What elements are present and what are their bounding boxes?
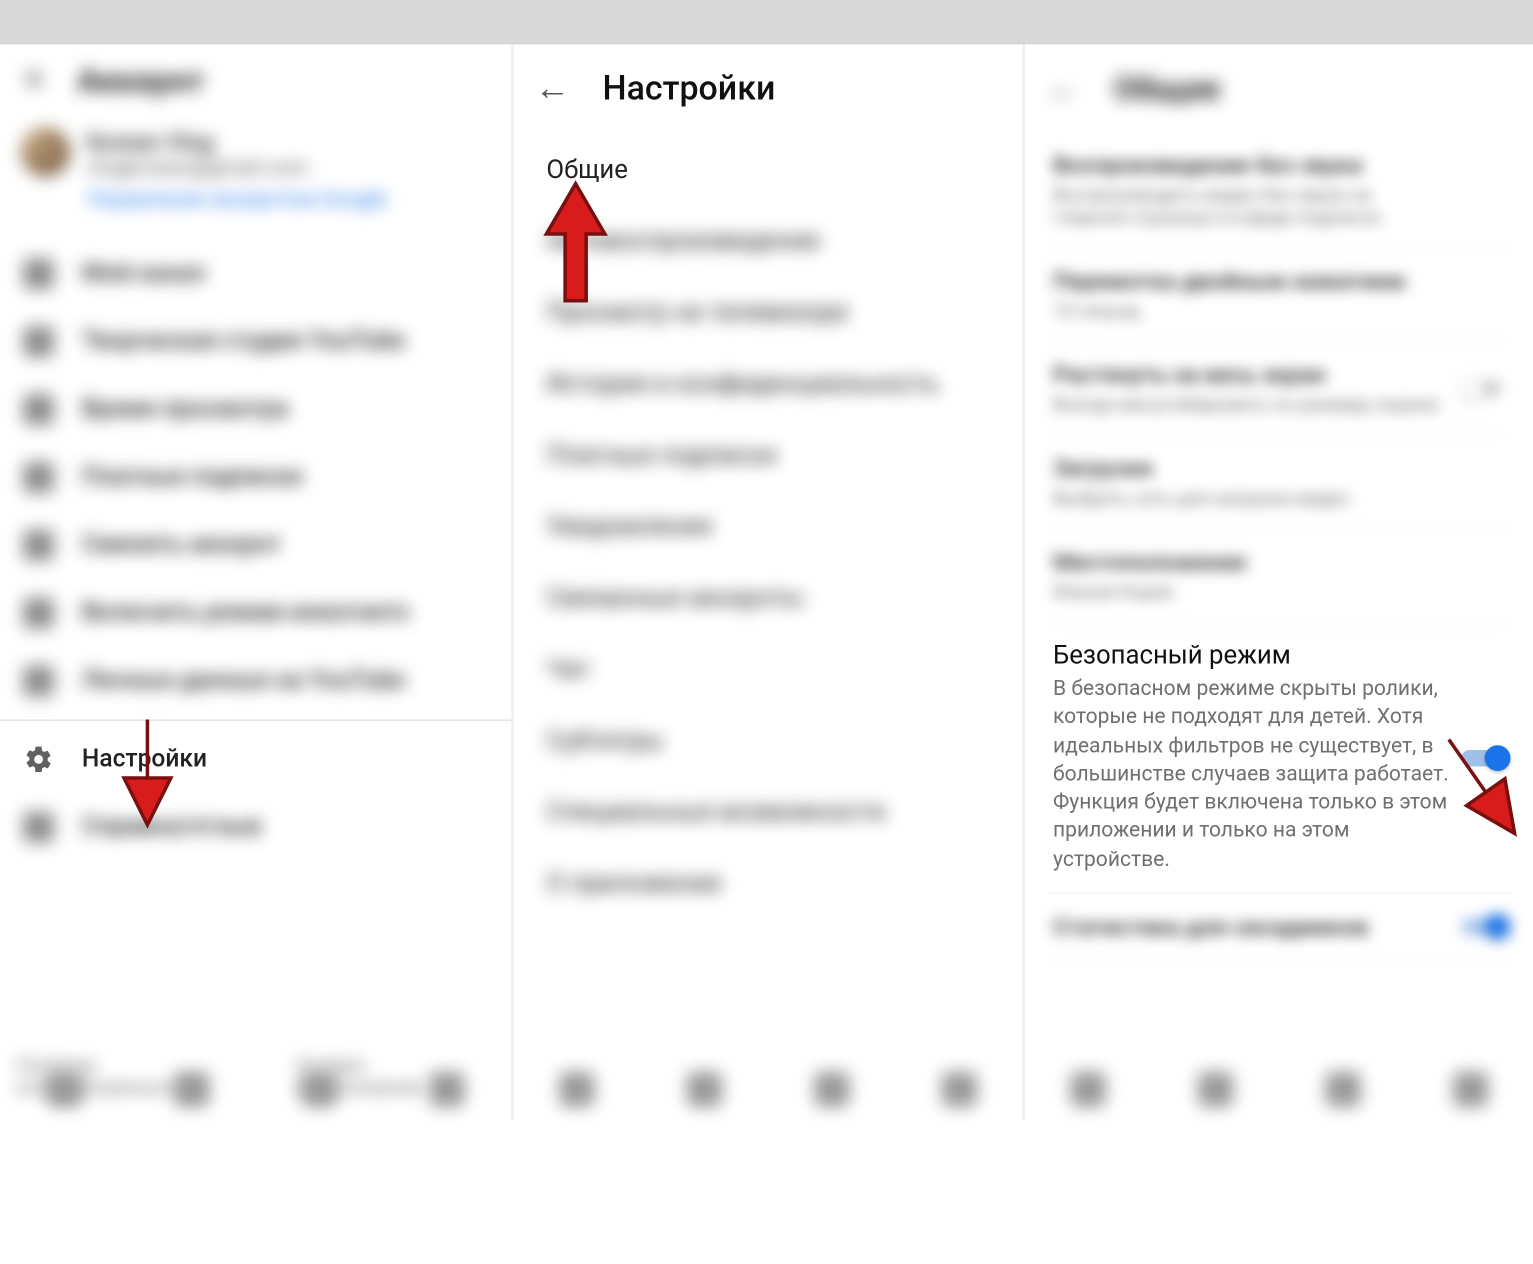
settings-item[interactable]: Субтитры bbox=[514, 706, 1023, 777]
setting-item[interactable]: Воспроизведение без звука Воспроизводить … bbox=[1046, 132, 1513, 248]
setting-sub: Выбрать сеть для загрузки видео bbox=[1053, 487, 1439, 509]
nav-icon[interactable] bbox=[430, 1072, 465, 1107]
menu-icon bbox=[23, 598, 53, 628]
nav-icon[interactable] bbox=[814, 1072, 849, 1107]
menu-item-label: Включить режим инкогнито bbox=[82, 599, 409, 627]
menu-item-help[interactable]: Справка/отзыв bbox=[0, 793, 511, 861]
menu-icon bbox=[23, 462, 53, 492]
nav-icon[interactable] bbox=[46, 1072, 81, 1107]
nav-icon[interactable] bbox=[1325, 1072, 1360, 1107]
settings-item[interactable]: Чат bbox=[514, 634, 1023, 705]
safe-mode-title: Безопасный режим bbox=[1053, 641, 1506, 670]
panel-account: ✕ Аккаунт Korean Vlog vlogkorean@gmail.c… bbox=[0, 44, 511, 1120]
user-email: vlogkorean@gmail.com bbox=[87, 156, 387, 181]
menu-item-label: Личные данные на YouTube bbox=[82, 667, 405, 695]
user-name: Korean Vlog bbox=[87, 128, 387, 156]
panel-settings: ← Настройки Общие АвтовоспроизведениеПро… bbox=[511, 44, 1022, 1120]
setting-item[interactable]: Перемотка двойным нажатием 10 секунд bbox=[1046, 248, 1513, 342]
back-arrow-icon[interactable]: ← bbox=[1046, 68, 1081, 109]
nav-icon[interactable] bbox=[302, 1072, 337, 1107]
settings-item[interactable]: Связанные аккаунты bbox=[514, 563, 1023, 634]
menu-item[interactable]: Мой канал bbox=[0, 240, 511, 308]
menu-item-label: Сменить аккаунт bbox=[82, 531, 281, 559]
setting-sub: 10 секунд bbox=[1053, 300, 1439, 322]
menu-item-label: Время просмотра bbox=[82, 395, 289, 423]
manage-account-link[interactable]: Управление аккаунтом Google bbox=[87, 187, 387, 212]
account-title: Аккаунт bbox=[77, 61, 204, 100]
setting-toggle[interactable] bbox=[1461, 914, 1508, 940]
nav-icon[interactable] bbox=[1453, 1072, 1488, 1107]
safe-mode-desc: В безопасном режиме скрыты ролики, котор… bbox=[1053, 675, 1451, 874]
avatar[interactable] bbox=[21, 128, 70, 177]
settings-item[interactable]: Уведомления bbox=[514, 491, 1023, 562]
nav-icon[interactable] bbox=[174, 1072, 209, 1107]
tutorial-arrow-icon bbox=[112, 714, 182, 831]
setting-item[interactable]: Растянуть на весь экран Всегда масштабиро… bbox=[1046, 342, 1513, 436]
settings-item[interactable]: О приложении bbox=[514, 848, 1023, 919]
menu-item[interactable]: Время просмотра bbox=[0, 376, 511, 444]
setting-item[interactable]: Загрузки Выбрать сеть для загрузки видео bbox=[1046, 435, 1513, 529]
menu-item[interactable]: Творческая студия YouTube bbox=[0, 308, 511, 376]
tutorial-arrow-icon bbox=[535, 178, 617, 307]
settings-item[interactable]: История и конфиденциальность bbox=[514, 349, 1023, 420]
help-icon bbox=[23, 812, 53, 842]
setting-sub: Всегда масштабировать по размеру экрана bbox=[1053, 393, 1439, 415]
nav-icon[interactable] bbox=[687, 1072, 722, 1107]
menu-item[interactable]: Платные подписки bbox=[0, 443, 511, 511]
setting-title: Статистика для сисадминов bbox=[1053, 913, 1506, 941]
setting-title: Воспроизведение без звука bbox=[1053, 151, 1506, 179]
menu-icon bbox=[23, 394, 53, 424]
menu-item-label: Мой канал bbox=[82, 260, 206, 288]
nav-icon[interactable] bbox=[1198, 1072, 1233, 1107]
setting-title: Перемотка двойным нажатием bbox=[1053, 267, 1506, 295]
nav-icon[interactable] bbox=[941, 1072, 976, 1107]
setting-item[interactable]: Местоположение Южная Корея bbox=[1046, 529, 1513, 623]
menu-item-label: Платные подписки bbox=[82, 463, 303, 491]
menu-item-settings[interactable]: Настройки bbox=[0, 725, 511, 793]
close-icon[interactable]: ✕ bbox=[21, 63, 47, 98]
menu-icon bbox=[23, 326, 53, 356]
gear-icon bbox=[23, 744, 53, 774]
menu-icon bbox=[23, 530, 53, 560]
setting-sub: Воспроизводить видео без звука на главно… bbox=[1053, 184, 1439, 228]
setting-title: Загрузки bbox=[1053, 454, 1506, 482]
menu-icon bbox=[23, 259, 53, 289]
general-title: Общие bbox=[1114, 69, 1221, 108]
settings-title: Настройки bbox=[603, 68, 776, 108]
setting-title: Растянуть на весь экран bbox=[1053, 360, 1506, 388]
back-arrow-icon[interactable]: ← bbox=[535, 68, 570, 109]
panel-general: ← Общие Воспроизведение без звукаВоспрои… bbox=[1023, 44, 1533, 1120]
setting-sub: Южная Корея bbox=[1053, 580, 1439, 602]
nav-icon[interactable] bbox=[1071, 1072, 1106, 1107]
setting-item[interactable]: Статистика для сисадминов bbox=[1046, 894, 1513, 961]
menu-item[interactable]: Включить режим инкогнито bbox=[0, 579, 511, 647]
nav-icon[interactable] bbox=[560, 1072, 595, 1107]
menu-item-label: Творческая студия YouTube bbox=[82, 328, 405, 356]
settings-item[interactable]: Платные подписки bbox=[514, 420, 1023, 491]
settings-item[interactable]: Специальные возможности bbox=[514, 777, 1023, 848]
setting-toggle[interactable] bbox=[1461, 375, 1508, 401]
menu-icon bbox=[23, 666, 53, 696]
tutorial-arrow-icon bbox=[1430, 723, 1533, 852]
menu-item[interactable]: Личные данные на YouTube bbox=[0, 647, 511, 715]
setting-title: Местоположение bbox=[1053, 548, 1506, 576]
menu-item[interactable]: Сменить аккаунт bbox=[0, 511, 511, 579]
